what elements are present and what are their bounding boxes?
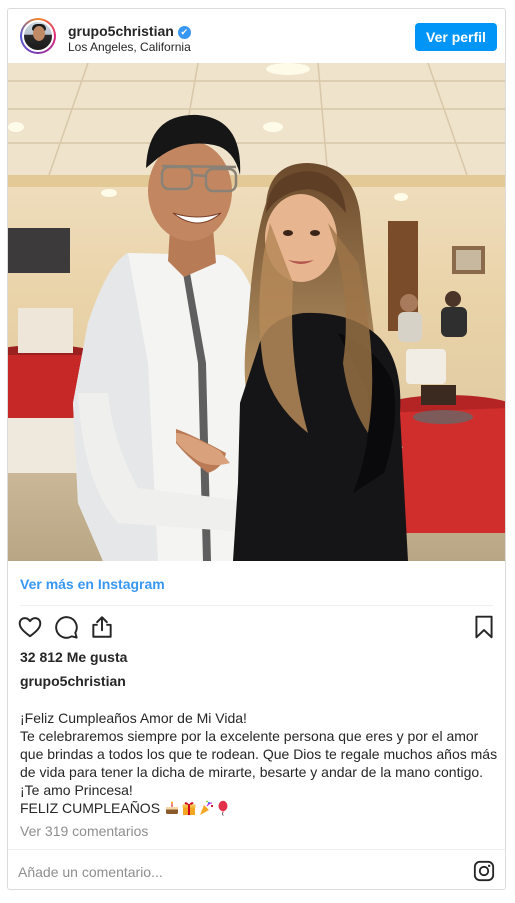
comment-footer: Añade un comentario... <box>8 849 505 891</box>
heart-icon[interactable] <box>17 614 43 640</box>
add-comment-input[interactable]: Añade un comentario... <box>18 864 163 880</box>
caption-line: que brindas a todos los que te rodean. Q… <box>20 746 498 762</box>
view-more-instagram-link[interactable]: Ver más en Instagram <box>20 576 165 592</box>
post-photo[interactable] <box>8 63 505 561</box>
caption-line-last: FELIZ CUMPLEAÑOS <box>20 799 498 817</box>
caption-username[interactable]: grupo5christian <box>20 673 126 689</box>
divider <box>20 605 493 606</box>
likes-count[interactable]: 32 812 Me gusta <box>20 649 127 665</box>
avatar[interactable] <box>20 18 56 54</box>
balloon-icon <box>218 800 228 816</box>
bookmark-icon[interactable] <box>471 614 497 640</box>
location[interactable]: Los Angeles, California <box>68 40 191 54</box>
couple-photo <box>8 63 505 561</box>
instagram-logo-icon[interactable] <box>473 860 495 882</box>
gift-icon <box>182 802 196 815</box>
comment-icon[interactable] <box>53 614 79 640</box>
caption-line: FELIZ CUMPLEAÑOS <box>20 800 161 816</box>
party-popper-icon <box>199 800 214 815</box>
username-text[interactable]: grupo5christian <box>68 23 174 39</box>
caption-line: de vida para tener la dicha de mirarte, … <box>20 764 484 780</box>
view-comments-link[interactable]: Ver 319 comentarios <box>20 823 148 839</box>
user-avatar-icon <box>22 20 54 52</box>
caption-line: ¡Feliz Cumpleaños Amor de Mi Vida! <box>20 710 247 726</box>
caption-text: ¡Feliz Cumpleaños Amor de Mi Vida! Te ce… <box>20 709 498 817</box>
caption-line: ¡Te amo Princesa! <box>20 782 133 798</box>
view-profile-button[interactable]: Ver perfil <box>415 23 497 51</box>
share-icon[interactable] <box>89 614 115 640</box>
instagram-embed-card: grupo5christian ✔ Los Angeles, California… <box>7 8 506 890</box>
verified-badge-icon: ✔ <box>177 26 191 39</box>
post-header: grupo5christian ✔ Los Angeles, California… <box>8 9 505 63</box>
username[interactable]: grupo5christian ✔ <box>68 23 191 39</box>
cake-icon <box>165 801 178 814</box>
caption-line: Te celebraremos siempre por la excelente… <box>20 728 479 744</box>
